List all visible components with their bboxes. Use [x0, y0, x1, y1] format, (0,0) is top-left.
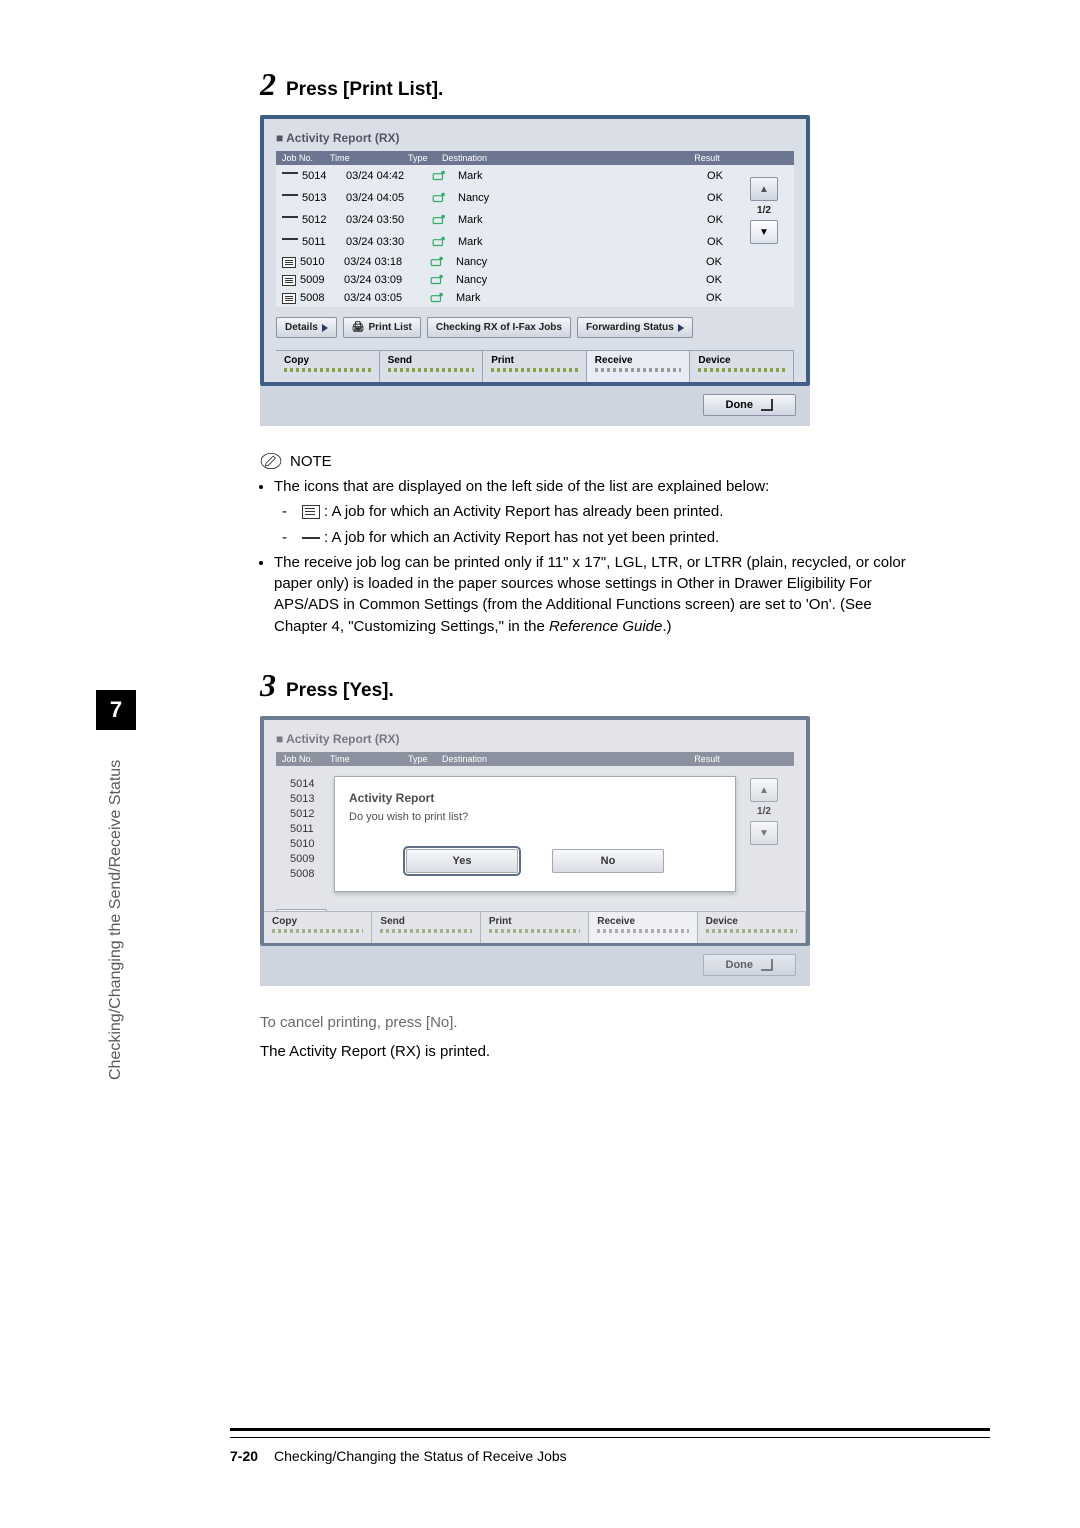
not-printed-icon [282, 238, 298, 250]
printed-icon [302, 505, 320, 519]
note-sub-printed: : A job for which an Activity Report has… [288, 501, 920, 522]
step-3-number: 3 [260, 667, 276, 704]
dialog-message: Do you wish to print list? [349, 811, 721, 823]
screen-title: ■ Activity Report (RX) [276, 732, 399, 746]
fax-type-icon [422, 292, 452, 304]
details-button[interactable]: Details [276, 317, 337, 338]
table-row[interactable]: 501003/24 03:18NancyOK [276, 253, 794, 271]
page-indicator: 1/2 [757, 806, 771, 817]
fax-type-icon [422, 256, 452, 268]
step-3-title: Press [Yes]. [286, 680, 394, 702]
footer-title: Checking/Changing the Status of Receive … [274, 1448, 567, 1464]
not-printed-icon [282, 194, 298, 206]
page-number: 7-20 [230, 1448, 258, 1464]
step-2-number: 2 [260, 66, 276, 103]
done-button: Done [703, 954, 797, 976]
table-row[interactable]: 501403/24 04:42MarkOK [276, 165, 794, 187]
tab-print[interactable]: Print [483, 351, 587, 382]
screen-title: ■ Activity Report (RX) [276, 131, 399, 145]
screenshot-yes-no: ■ Activity Report (RX) Job No. Time Type… [260, 716, 810, 986]
return-icon [761, 959, 773, 971]
return-icon [761, 399, 773, 411]
note-label: NOTE [290, 453, 332, 470]
page-indicator: 1/2 [757, 205, 771, 216]
tab-receive[interactable]: Receive [587, 351, 691, 382]
fax-type-icon [424, 192, 454, 204]
tab-copy[interactable]: Copy [276, 351, 380, 382]
note-heading: NOTE [260, 452, 920, 470]
step-2-title: Press [Print List]. [286, 79, 443, 101]
checking-rx-button[interactable]: Checking RX of I-Fax Jobs [427, 317, 571, 338]
page-footer: 7-20 Checking/Changing the Status of Rec… [0, 1428, 1080, 1464]
not-printed-icon [302, 537, 320, 539]
col-type: Type [408, 153, 438, 163]
note-bullet-paper: The receive job log can be printed only … [274, 552, 920, 637]
col-result: Result [626, 153, 788, 163]
page-up-button: ▲ [750, 778, 778, 802]
note-bullets: The icons that are displayed on the left… [260, 476, 920, 637]
chapter-side-tab: 7 Checking/Changing the Send/Receive Sta… [96, 690, 136, 1110]
note-bullet-icons: The icons that are displayed on the left… [274, 478, 769, 495]
step-3-heading: 3 Press [Yes]. [260, 667, 920, 704]
fax-type-icon [424, 236, 454, 248]
print-list-button[interactable]: 🖨Print List [343, 317, 421, 338]
chevron-right-icon [678, 324, 684, 332]
chevron-right-icon [322, 324, 328, 332]
print-confirm-dialog: Activity Report Do you wish to print lis… [334, 776, 736, 892]
col-destination: Destination [442, 153, 622, 163]
tab-print: Print [481, 912, 589, 943]
dialog-title: Activity Report [349, 791, 721, 805]
fax-type-icon [424, 214, 454, 226]
printer-icon: 🖨 [352, 322, 365, 333]
table-row[interactable]: 501203/24 03:50MarkOK [276, 209, 794, 231]
tab-send[interactable]: Send [380, 351, 484, 382]
col-time: Time [330, 153, 404, 163]
printed-text: The Activity Report (RX) is printed. [260, 1041, 920, 1064]
not-printed-icon [282, 216, 298, 228]
table-row[interactable]: 500903/24 03:09NancyOK [276, 271, 794, 289]
note-sub-not-printed: : A job for which an Activity Report has… [288, 527, 920, 548]
done-button[interactable]: Done [703, 394, 797, 416]
printed-icon [282, 293, 296, 304]
table-row[interactable]: 501103/24 03:30MarkOK [276, 231, 794, 253]
job-table-header: Job No. Time Type Destination Result [276, 151, 794, 165]
note-pencil-icon [260, 452, 282, 470]
table-row[interactable]: 501303/24 04:05NancyOK [276, 187, 794, 209]
not-printed-icon [282, 172, 298, 184]
cancel-hint: To cancel printing, press [No]. [260, 1012, 920, 1035]
details-button: Details [276, 909, 327, 930]
tab-receive: Receive [589, 912, 697, 943]
printed-icon [282, 257, 296, 268]
screenshot-print-list: ■ Activity Report (RX) Job No. Time Type… [260, 115, 810, 426]
page-down-button[interactable]: ▼ [750, 220, 778, 244]
table-row[interactable]: 500803/24 03:05MarkOK [276, 289, 794, 307]
job-table-header: Job No. Time Type Destination Result [276, 752, 794, 766]
col-jobno: Job No. [282, 153, 326, 163]
chapter-number: 7 [96, 690, 136, 730]
jobno-column: 5014 5013 5012 5011 5010 5009 5008 [286, 778, 314, 880]
fax-type-icon [422, 274, 452, 286]
job-table: 501403/24 04:42MarkOK 501303/24 04:05Nan… [276, 165, 794, 307]
tab-device: Device [698, 912, 806, 943]
no-button[interactable]: No [552, 849, 664, 873]
tab-send: Send [372, 912, 480, 943]
chapter-side-label: Checking/Changing the Send/Receive Statu… [96, 730, 136, 1110]
page-down-button: ▼ [750, 821, 778, 845]
step-2-heading: 2 Press [Print List]. [260, 66, 920, 103]
page-up-button[interactable]: ▲ [750, 177, 778, 201]
forwarding-status-button[interactable]: Forwarding Status [577, 317, 693, 338]
fax-type-icon [424, 170, 454, 182]
yes-button[interactable]: Yes [406, 849, 518, 873]
tab-device[interactable]: Device [690, 351, 794, 382]
printed-icon [282, 275, 296, 286]
reference-guide-ref: Reference Guide [549, 618, 662, 635]
